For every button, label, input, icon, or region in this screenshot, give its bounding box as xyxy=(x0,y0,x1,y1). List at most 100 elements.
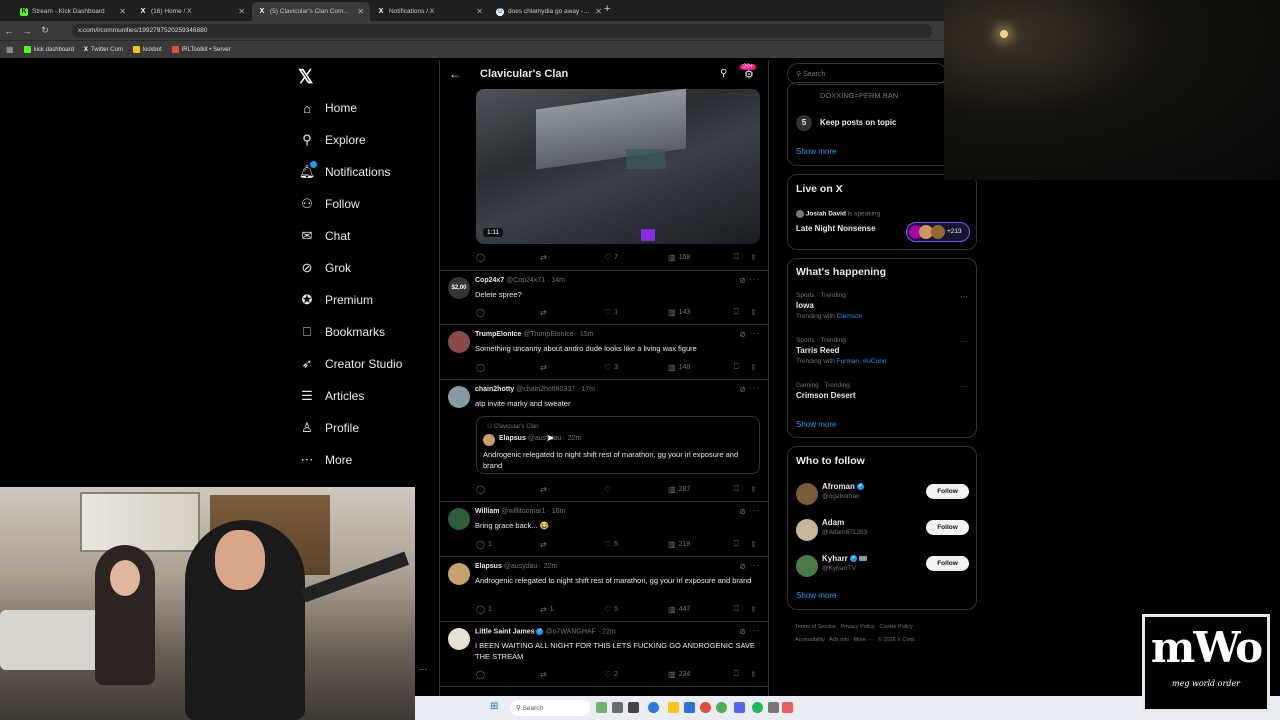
repost-button[interactable]: ⇄ xyxy=(540,540,550,549)
nav-more[interactable]: ⋯ More xyxy=(299,452,353,468)
author-name[interactable]: TrumpElonIce xyxy=(475,331,521,338)
avatar[interactable] xyxy=(448,386,470,408)
task-view-icon[interactable] xyxy=(612,702,623,713)
reply-button[interactable]: ◯ xyxy=(476,670,488,679)
author-handle[interactable]: @willitoomar1 xyxy=(501,508,545,515)
more-options-icon[interactable]: ··· xyxy=(960,382,968,391)
nav-articles[interactable]: ☰ Articles xyxy=(299,388,364,404)
views-button[interactable]: ▥ 148 xyxy=(668,363,690,372)
more-options-icon[interactable]: ··· xyxy=(749,561,760,570)
bookmark-button[interactable]: ⎕ xyxy=(734,539,739,549)
repost-button[interactable]: ⇄ xyxy=(540,670,550,679)
close-icon[interactable]: ✕ xyxy=(476,7,483,16)
nav-premium[interactable]: ✪ Premium xyxy=(299,292,373,308)
author-name[interactable]: Little Saint James xyxy=(475,628,535,635)
nav-grok[interactable]: ⊘ Grok xyxy=(299,260,351,276)
follow-name[interactable]: Kyharr ✓ xyxy=(822,554,868,563)
views-button[interactable]: ▥ 219 xyxy=(668,540,690,549)
quoted-post[interactable]: ⚇ Clavicular's Clan Elapsus @ausydau · 2… xyxy=(476,416,760,474)
author-handle[interactable]: @o7WANGHAF xyxy=(545,628,595,635)
avatar[interactable] xyxy=(448,563,470,585)
reply-button[interactable]: ◯ 1 xyxy=(476,540,492,549)
author-handle[interactable]: @Cop24x71 xyxy=(506,277,545,284)
trend-item[interactable]: Gaming · Trending Crimson Desert ··· xyxy=(796,382,972,400)
avatar[interactable] xyxy=(448,331,470,353)
like-button[interactable]: ♡ xyxy=(604,485,614,494)
author-name[interactable]: Elapsus xyxy=(475,563,502,570)
follow-button[interactable]: Follow xyxy=(926,520,969,535)
repost-button[interactable]: ⇄ 1 xyxy=(540,605,554,614)
avatar[interactable] xyxy=(796,483,818,505)
views-button[interactable]: ▥ 143 xyxy=(668,308,690,317)
avatar[interactable] xyxy=(796,519,818,541)
footer-link[interactable]: Cookie Policy xyxy=(879,624,912,630)
avatar[interactable] xyxy=(448,628,470,650)
spotify-icon[interactable] xyxy=(752,702,763,713)
views-button[interactable]: ▥ 168 xyxy=(668,253,690,262)
grok-icon[interactable]: ⊘ xyxy=(739,562,746,571)
reply-button[interactable]: ◯ xyxy=(476,308,488,317)
show-more-link[interactable]: Show more xyxy=(796,591,836,600)
more-options-icon[interactable]: ··· xyxy=(749,275,760,284)
like-button[interactable]: ♡ 5 xyxy=(604,540,618,549)
share-button[interactable]: ⇪ xyxy=(750,485,757,494)
chrome-alt-icon[interactable] xyxy=(716,702,727,713)
address-bar[interactable]: x.com/i/communities/1992797520259346880 xyxy=(72,24,932,38)
repost-button[interactable]: ⇄ xyxy=(540,308,550,317)
grok-icon[interactable]: ⊘ xyxy=(739,627,746,636)
reply-button[interactable]: ◯ xyxy=(476,363,488,372)
more-options-icon[interactable]: ··· xyxy=(749,506,760,515)
app-icon[interactable] xyxy=(684,702,695,713)
follow-button[interactable]: Follow xyxy=(926,556,969,571)
close-icon[interactable]: ✕ xyxy=(595,7,602,16)
like-button[interactable]: ♡ 2 xyxy=(604,670,618,679)
avatar[interactable]: $2,00 xyxy=(448,277,470,299)
x-logo[interactable]: 𝕏 xyxy=(298,66,313,89)
nav-profile[interactable]: ♙ Profile xyxy=(299,420,359,436)
chrome-icon[interactable] xyxy=(700,702,711,713)
folder-icon[interactable] xyxy=(668,702,679,713)
reply-button[interactable]: ◯ xyxy=(476,253,488,262)
share-button[interactable]: ⇪ xyxy=(750,253,757,262)
bookmark-button[interactable]: ⎕ xyxy=(734,604,739,614)
bookmark-kick-dashboard[interactable]: kick dashboard xyxy=(23,46,74,53)
bookmark-button[interactable]: ⎕ xyxy=(734,252,739,262)
tab-home-x[interactable]: X (16) Home / X ✕ xyxy=(133,2,251,21)
follow-name[interactable]: Adam xyxy=(822,518,844,527)
bookmark-button[interactable]: ⎕ xyxy=(734,669,739,679)
author-name[interactable]: chain2hotty xyxy=(475,386,514,393)
bookmark-button[interactable]: ⎕ xyxy=(734,484,739,494)
close-icon[interactable]: ✕ xyxy=(119,7,126,16)
tab-notifications[interactable]: X Notifications / X ✕ xyxy=(371,2,489,21)
bookmark-button[interactable]: ⎕ xyxy=(734,307,739,317)
show-more-link[interactable]: Show more xyxy=(796,420,836,429)
share-button[interactable]: ⇪ xyxy=(750,670,757,679)
footer-link[interactable]: More ··· xyxy=(854,637,874,643)
app-icon[interactable] xyxy=(768,702,779,713)
author-name[interactable]: Cop24x7 xyxy=(475,277,504,284)
post[interactable]: Elapsus @ausydau · 22m ⊘ ··· Androgenic r… xyxy=(448,561,762,603)
avatar[interactable] xyxy=(796,555,818,577)
post[interactable]: William @willitoomar1 · 18m ⊘ ··· Bring g… xyxy=(448,506,762,538)
grok-icon[interactable]: ⊘ xyxy=(739,276,746,285)
nav-notifications[interactable]: 🔔︎ Notifications xyxy=(299,161,390,180)
search-icon[interactable]: ⚲ xyxy=(720,68,727,79)
new-tab-button[interactable]: + xyxy=(604,3,610,15)
share-button[interactable]: ⇪ xyxy=(750,308,757,317)
like-button[interactable]: ♡ 5 xyxy=(604,605,618,614)
post[interactable]: $2,00 Cop24x7 @Cop24x71 · 14m ⊘ ··· Delet… xyxy=(448,275,762,327)
like-button[interactable]: ♡ 7 xyxy=(604,253,618,262)
more-options-icon[interactable]: ··· xyxy=(419,665,427,674)
apps-icon[interactable]: ▦ xyxy=(6,45,14,54)
forward-icon[interactable]: → xyxy=(18,26,36,36)
windows-start-icon[interactable]: ⊞ xyxy=(490,701,502,713)
close-icon[interactable]: ✕ xyxy=(357,7,364,16)
repost-button[interactable]: ⇄ xyxy=(540,363,550,372)
nav-bookmarks[interactable]: ⎕ Bookmarks xyxy=(299,324,385,340)
reload-icon[interactable]: ↻ xyxy=(36,25,54,36)
post[interactable]: chain2hotty @chain2hott80337 · 17m ⊘ ··· … xyxy=(448,384,762,416)
show-more-link[interactable]: Show more xyxy=(796,147,836,156)
tab-google[interactable]: Gdoes chlamydia go away - Goo ✕ xyxy=(490,2,608,21)
views-button[interactable]: ▥ 447 xyxy=(668,605,690,614)
share-button[interactable]: ⇪ xyxy=(750,363,757,372)
